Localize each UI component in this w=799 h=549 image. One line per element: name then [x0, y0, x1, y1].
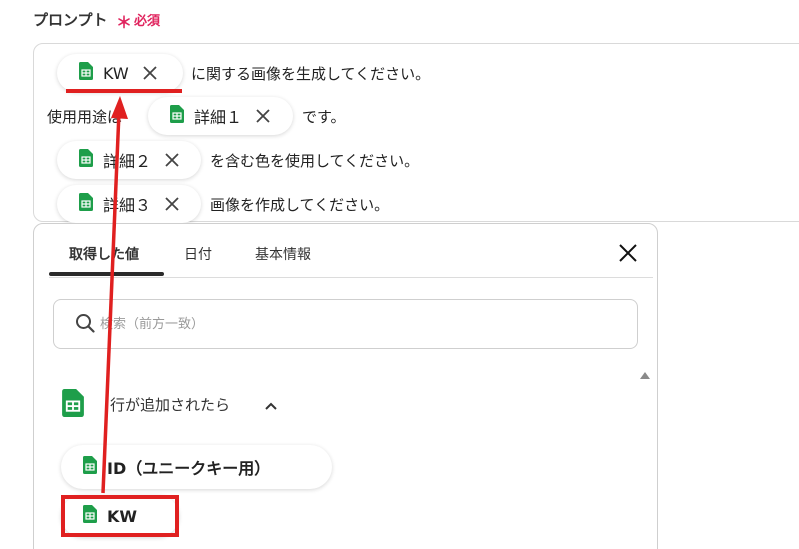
list-item-label: ID（ユニークキー用）: [107, 459, 271, 478]
variable-chip-detail3[interactable]: 詳細３: [57, 185, 201, 223]
google-sheets-icon: [79, 149, 93, 171]
chip-label: KW: [103, 63, 129, 83]
tab-date[interactable]: 日付: [184, 244, 212, 264]
scrollbar-up-arrow[interactable]: [640, 372, 650, 379]
tab-acquired-values[interactable]: 取得した値: [69, 244, 139, 264]
required-star: ＊: [116, 13, 133, 32]
prompt-text: 画像を作成してください。: [210, 196, 390, 214]
chip-label: 詳細３: [103, 196, 152, 215]
google-sheets-icon: [79, 62, 93, 84]
annotation-underline: [66, 89, 182, 93]
google-sheets-icon: [79, 193, 93, 215]
tab-basic-info[interactable]: 基本情報: [255, 244, 311, 264]
prompt-text: に関する画像を生成してください。: [191, 65, 431, 83]
chip-label: 詳細１: [194, 108, 243, 127]
close-icon[interactable]: [161, 149, 183, 171]
close-panel-button[interactable]: [617, 242, 639, 264]
annotation-highlight-box: [61, 495, 179, 537]
variable-chip-detail1[interactable]: 詳細１: [148, 97, 293, 135]
search-input[interactable]: [100, 314, 620, 334]
tabs-divider: [49, 277, 653, 278]
prompt-text: を含む色を使用してください。: [210, 152, 420, 170]
prompt-text: 使用用途は: [47, 108, 123, 126]
required-label: 必須: [134, 14, 161, 29]
variable-chip-kw[interactable]: KW: [57, 54, 183, 92]
trigger-group-title: 行が追加されたら: [110, 396, 231, 414]
prompt-text: です。: [302, 108, 346, 126]
variable-chip-detail2[interactable]: 詳細２: [57, 141, 201, 179]
list-item-id[interactable]: ID（ユニークキー用）: [61, 445, 332, 489]
close-icon[interactable]: [252, 105, 274, 127]
chip-label: 詳細２: [103, 152, 152, 171]
google-sheets-icon: [62, 389, 84, 421]
active-tab-indicator: [49, 272, 164, 276]
field-label: プロンプト: [33, 11, 108, 29]
prompt-field-editor: プロンプト ＊ 必須 KW に関する画像を生成してください。 使用用途は 詳細１…: [0, 0, 799, 549]
search-icon: [75, 313, 95, 337]
google-sheets-icon: [83, 456, 97, 478]
google-sheets-icon: [170, 105, 184, 127]
close-icon: [619, 244, 637, 262]
close-icon[interactable]: [161, 193, 183, 215]
close-icon[interactable]: [139, 62, 161, 84]
chevron-up-icon[interactable]: [263, 398, 279, 418]
